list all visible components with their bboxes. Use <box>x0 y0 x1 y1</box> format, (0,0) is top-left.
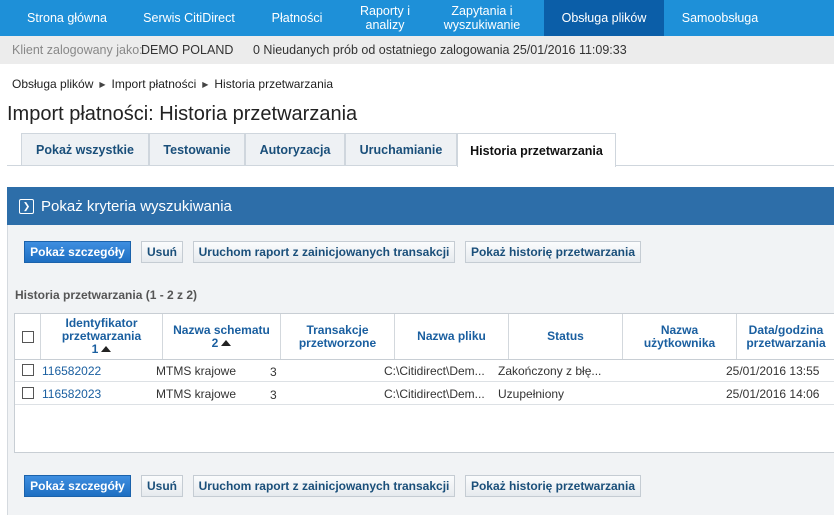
nav-inquiries-label: Zapytania i wyszukiwanie <box>443 4 521 32</box>
nav-self-service-label: Samoobsługa <box>681 11 759 25</box>
client-label: Klient zalogowany jako: <box>12 43 143 57</box>
search-criteria-toggle[interactable]: ❯ Pokaż kryteria wyszukiwania <box>7 187 834 225</box>
table-row[interactable]: 116582022 MTMS krajowe 3 C:\Citidirect\D… <box>15 359 834 382</box>
tab-release-label: Uruchamianie <box>359 142 443 157</box>
nav-inquiries[interactable]: Zapytania i wyszukiwanie <box>420 0 544 36</box>
col-header-status[interactable]: Status <box>509 314 623 359</box>
nav-home[interactable]: Strona główna <box>0 0 134 36</box>
login-status-bar: Klient zalogowany jako: DEMO POLAND 0 Ni… <box>0 36 834 64</box>
top-navigation: Strona główna Serwis CitiDirect Płatnośc… <box>0 0 834 36</box>
show-history-button-bottom[interactable]: Pokaż historię przetwarzania <box>465 475 641 497</box>
login-info: 0 Nieudanych prób od ostatniego zalogowa… <box>253 43 627 57</box>
sort-ascending-icon <box>221 339 232 346</box>
search-criteria-label: Pokaż kryteria wyszukiwania <box>41 197 232 215</box>
row-date: 25/01/2016 14:06 <box>726 387 820 401</box>
breadcrumb-separator-icon: ▶ <box>99 80 106 89</box>
col-header-schema-sort-order: 2 <box>211 335 219 350</box>
tab-authorization[interactable]: Autoryzacja <box>245 133 345 165</box>
history-count-label: Historia przetwarzania (1 - 2 z 2) <box>15 288 198 302</box>
select-all-checkbox[interactable] <box>21 330 34 343</box>
breadcrumb-item-history: Historia przetwarzania <box>214 77 334 91</box>
nav-reports-label: Raporty i analizy <box>359 4 411 32</box>
col-header-transactions-label: Transakcje przetworzone <box>298 322 377 350</box>
client-name: DEMO POLAND <box>141 43 234 57</box>
row-schema: MTMS krajowe <box>156 364 237 378</box>
col-header-file-name-label: Nazwa pliku <box>417 329 486 343</box>
breadcrumb-item-payment-import[interactable]: Import płatności <box>112 77 197 91</box>
table-row[interactable]: 116582023 MTMS krajowe 3 C:\Citidirect\D… <box>15 382 834 405</box>
page-title: Import płatności: Historia przetwarzania <box>7 103 358 125</box>
nav-citidirect-service[interactable]: Serwis CitiDirect <box>134 0 244 36</box>
tab-show-all[interactable]: Pokaż wszystkie <box>21 133 149 165</box>
run-report-button[interactable]: Uruchom raport z zainicjowanych transakc… <box>193 241 455 263</box>
sort-ascending-icon <box>101 346 112 352</box>
breadcrumb: Obsługa plików ▶ Import płatności ▶ Historia… <box>12 77 333 91</box>
nav-payments-label: Płatności <box>271 11 323 25</box>
row-transactions: 3 <box>270 388 277 402</box>
row-id-link[interactable]: 116582022 <box>42 364 101 378</box>
nav-citidirect-label: Serwis CitiDirect <box>143 11 235 25</box>
row-status: Uzupełniony <box>498 387 565 401</box>
row-file-name: C:\Citidirect\Dem... <box>384 387 485 401</box>
breadcrumb-separator-icon: ▶ <box>202 80 209 89</box>
col-header-date[interactable]: Data/godzina przetwarzania <box>737 314 834 359</box>
nav-payments[interactable]: Płatności <box>244 0 350 36</box>
tab-processing-history-label: Historia przetwarzania <box>470 143 603 158</box>
row-date: 25/01/2016 13:55 <box>726 364 820 378</box>
show-details-button[interactable]: Pokaż szczegóły <box>24 241 131 263</box>
col-header-id-sort-order: 1 <box>91 342 99 356</box>
tab-processing-history[interactable]: Historia przetwarzania <box>457 133 616 167</box>
col-header-user-name-label: Nazwa użytkownika <box>643 322 716 350</box>
row-transactions: 3 <box>270 365 277 379</box>
tabs-divider <box>7 165 834 166</box>
delete-button[interactable]: Usuń <box>141 241 183 263</box>
col-header-date-label: Data/godzina przetwarzania <box>746 322 826 350</box>
select-all-header <box>15 314 41 359</box>
nav-reports[interactable]: Raporty i analizy <box>350 0 420 36</box>
col-header-schema-label: Nazwa schematu <box>173 322 270 337</box>
row-id-link[interactable]: 116582023 <box>42 387 101 401</box>
show-details-button-bottom[interactable]: Pokaż szczegóły <box>24 475 131 497</box>
row-file-name: C:\Citidirect\Dem... <box>384 364 485 378</box>
tab-testing-label: Testowanie <box>163 142 231 157</box>
row-checkbox[interactable] <box>22 387 34 399</box>
col-header-id[interactable]: Identyfikator przetwarzania 1 <box>41 314 163 359</box>
tab-testing[interactable]: Testowanie <box>149 133 245 165</box>
nav-home-label: Strona główna <box>27 11 107 25</box>
delete-button-bottom[interactable]: Usuń <box>141 475 183 497</box>
show-history-button[interactable]: Pokaż historię przetwarzania <box>465 241 641 263</box>
col-header-schema[interactable]: Nazwa schematu 2 <box>163 314 281 359</box>
table-header-row: Identyfikator przetwarzania 1 Nazwa sche… <box>15 314 834 360</box>
tab-authorization-label: Autoryzacja <box>259 142 331 157</box>
nav-self-service[interactable]: Samoobsługa <box>664 0 776 36</box>
col-header-transactions[interactable]: Transakcje przetworzone <box>281 314 395 359</box>
chevron-right-icon: ❯ <box>19 198 34 214</box>
col-header-user-name[interactable]: Nazwa użytkownika <box>623 314 737 359</box>
nav-file-services-label: Obsługa plików <box>561 11 647 25</box>
col-header-id-label: Identyfikator przetwarzania <box>61 316 142 343</box>
col-header-file-name[interactable]: Nazwa pliku <box>395 314 509 359</box>
tab-release[interactable]: Uruchamianie <box>345 133 457 165</box>
col-header-status-label: Status <box>547 329 584 343</box>
row-schema: MTMS krajowe <box>156 387 237 401</box>
history-table: Identyfikator przetwarzania 1 Nazwa sche… <box>14 313 834 453</box>
breadcrumb-item-file-services[interactable]: Obsługa plików <box>12 77 93 91</box>
row-checkbox[interactable] <box>22 364 34 376</box>
row-status: Zakończony z błę... <box>498 364 602 378</box>
run-report-button-bottom[interactable]: Uruchom raport z zainicjowanych transakc… <box>193 475 455 497</box>
tab-show-all-label: Pokaż wszystkie <box>36 142 134 157</box>
nav-file-services[interactable]: Obsługa plików <box>544 0 664 36</box>
